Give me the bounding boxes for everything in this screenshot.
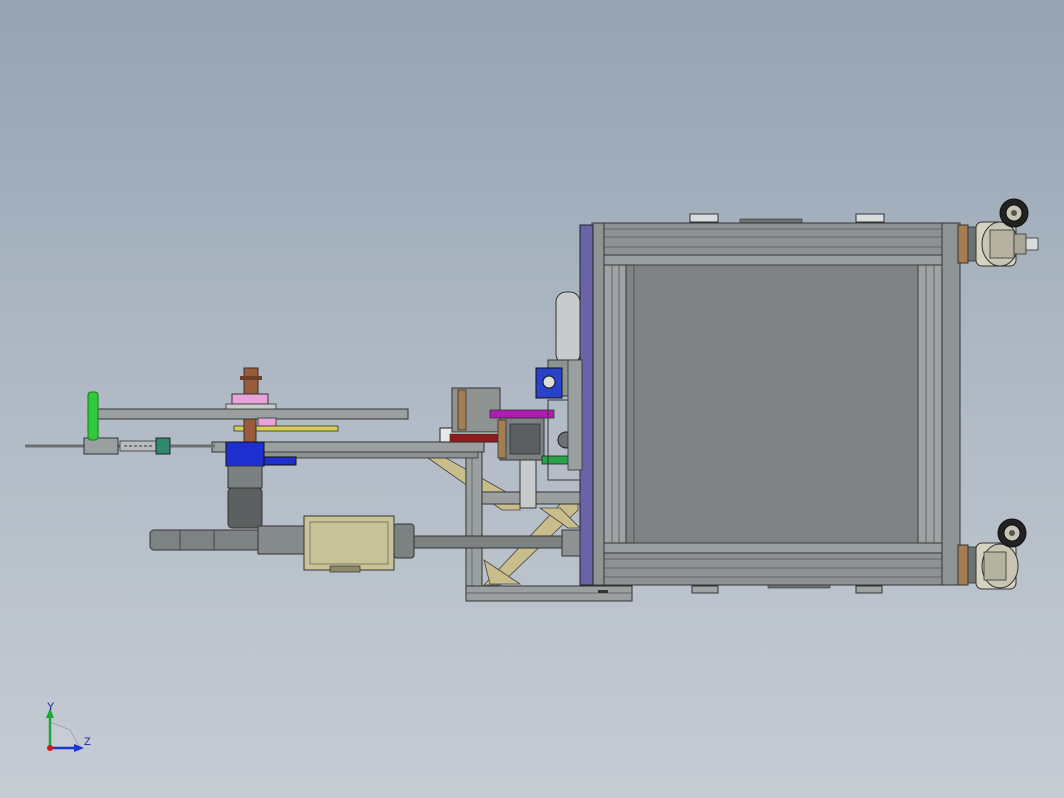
bottom-foot-left bbox=[691, 585, 719, 594]
bottom-foot-right bbox=[855, 585, 883, 594]
bottom-foot-mid bbox=[767, 584, 831, 589]
caster-bottom[interactable] bbox=[957, 518, 1027, 590]
top-tab-right bbox=[855, 213, 885, 223]
left-post-outer bbox=[591, 222, 605, 586]
caster-top[interactable] bbox=[957, 198, 1039, 267]
inner-top-rail bbox=[591, 254, 961, 266]
motor-coupling bbox=[393, 523, 415, 559]
right-post-outer bbox=[941, 222, 961, 586]
spindle-top-nut bbox=[243, 367, 259, 395]
drive-shaft bbox=[413, 535, 565, 549]
green-handle bbox=[87, 391, 99, 441]
inner-bottom-rail bbox=[591, 542, 961, 554]
blue-block bbox=[225, 441, 265, 467]
pink-gear bbox=[231, 393, 269, 405]
bottom-rail bbox=[591, 552, 961, 586]
x-axis-icon bbox=[47, 745, 53, 751]
vertical-motor bbox=[227, 487, 263, 529]
support-rail-bottom bbox=[465, 585, 633, 602]
top-rail bbox=[591, 222, 961, 256]
rod-green-cap bbox=[155, 437, 171, 455]
motor-body bbox=[303, 515, 395, 571]
upper-arm-bar bbox=[93, 408, 409, 420]
triad-z-label: Z bbox=[84, 736, 91, 748]
magenta-bar bbox=[489, 409, 555, 419]
support-column-left bbox=[465, 451, 483, 591]
triad-y-label: Y bbox=[47, 701, 55, 713]
motor-shaft-tail bbox=[149, 529, 261, 551]
center-panel bbox=[625, 264, 919, 544]
rod-clamp bbox=[83, 437, 119, 455]
caster-top-bronze-mount bbox=[957, 224, 969, 264]
large-disk bbox=[555, 291, 581, 365]
sensor-rod[interactable] bbox=[25, 391, 215, 455]
triad-quarter-disk bbox=[49, 721, 81, 749]
left-post-inner bbox=[603, 264, 627, 544]
green-tab bbox=[541, 455, 571, 465]
main-frame-assembly[interactable] bbox=[579, 213, 961, 594]
caster-bottom-bronze-mount bbox=[957, 544, 969, 586]
spindle-assembly[interactable] bbox=[225, 367, 339, 444]
top-tab-mid bbox=[739, 218, 803, 224]
right-post-inner bbox=[917, 264, 943, 544]
coordinate-triad: Y Z bbox=[46, 701, 91, 752]
cad-viewport[interactable]: Y Z bbox=[0, 0, 1064, 798]
upper-arm[interactable] bbox=[93, 408, 409, 420]
top-tab-left bbox=[689, 213, 719, 223]
